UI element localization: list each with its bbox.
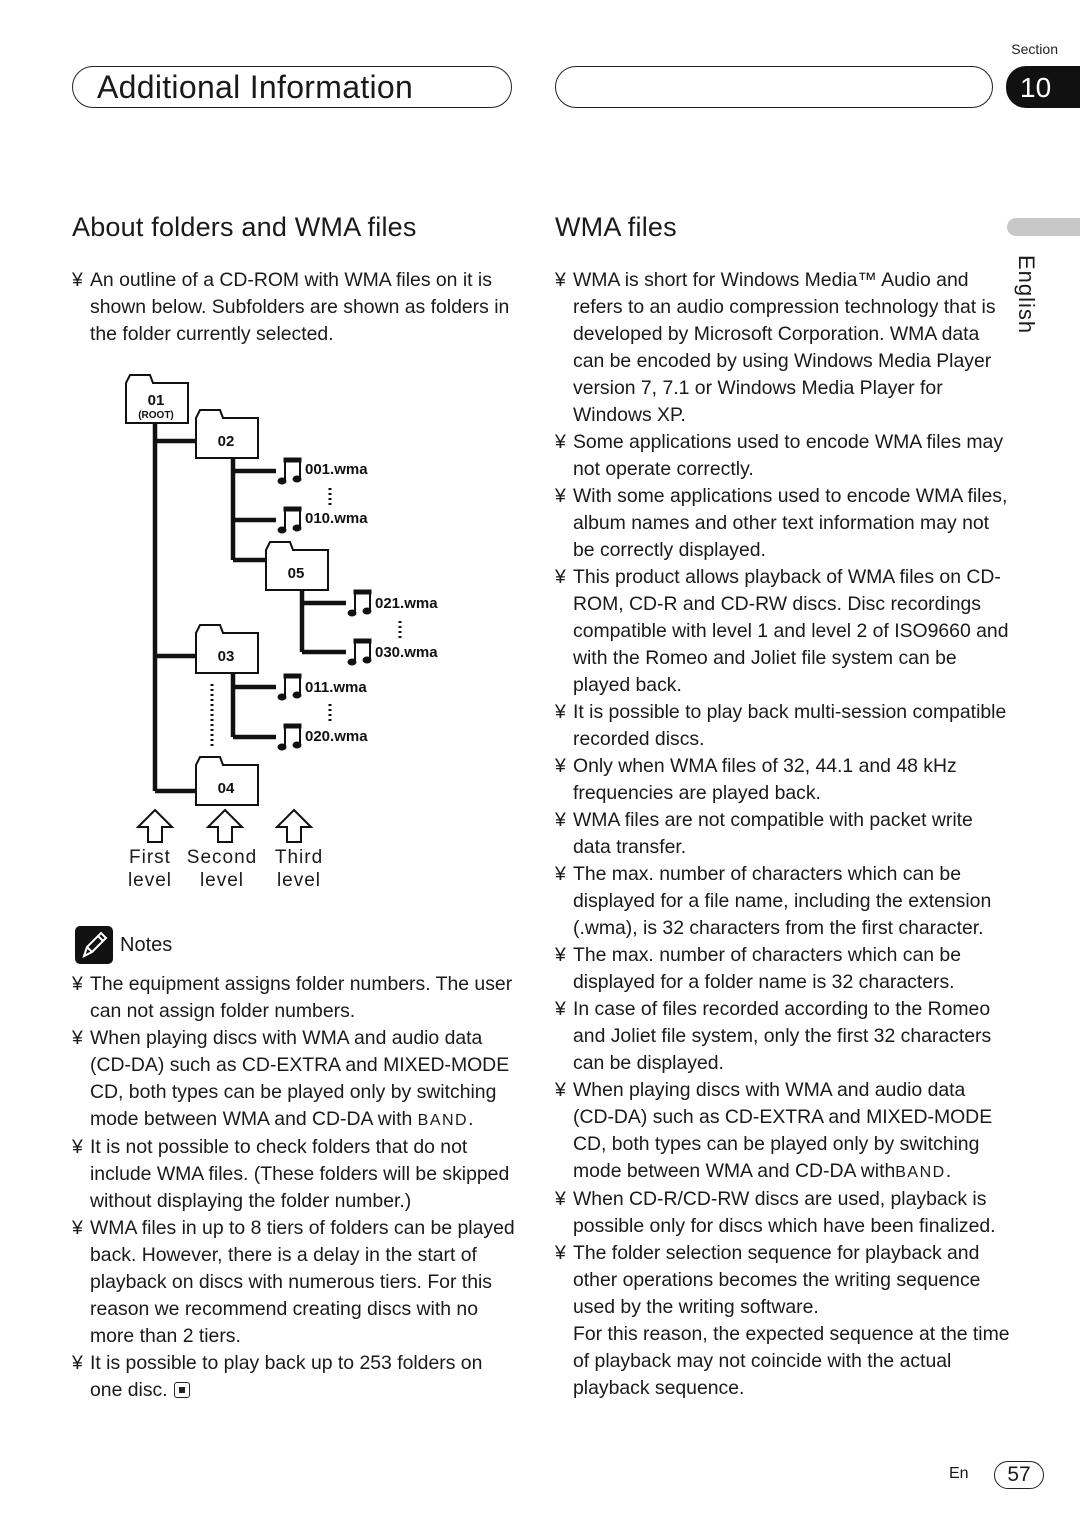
wma-item: When playing discs with WMA and audio da… — [555, 1077, 1010, 1186]
file-label: 001.wma — [305, 461, 368, 478]
footer-lang-code: En — [949, 1465, 969, 1482]
level-line: level — [276, 870, 322, 891]
level-line: First — [129, 847, 171, 868]
file-label: 011.wma — [305, 679, 367, 696]
folder-label-01: 01 — [148, 392, 165, 409]
wma-item: When CD-R/CD-RW discs are used, playback… — [555, 1186, 1010, 1240]
level-label-second: Second level — [180, 846, 264, 892]
end-mark-icon — [173, 1382, 190, 1398]
wma-item: The max. number of characters which can … — [555, 942, 1010, 996]
note-item: When playing discs with WMA and audio da… — [72, 1025, 517, 1134]
note-text: It is possible to play back up to 253 fo… — [90, 1352, 483, 1401]
wma-item: The folder selection sequence for playba… — [555, 1240, 1010, 1321]
note-item: It is not possible to check folders that… — [72, 1134, 517, 1215]
wma-continuation: For this reason, the expected sequence a… — [573, 1323, 1010, 1399]
file-label: 020.wma — [305, 728, 368, 745]
note-item: It is possible to play back up to 253 fo… — [72, 1350, 517, 1404]
pencil-icon — [75, 926, 113, 964]
level-line: Second — [186, 847, 258, 868]
note-item: WMA files in up to 8 tiers of folders ca… — [72, 1215, 517, 1350]
notes-list: The equipment assigns folder numbers. Th… — [72, 971, 517, 1404]
folder-label-02: 02 — [218, 433, 235, 450]
wma-item: Some applications used to encode WMA fil… — [555, 429, 1010, 483]
wma-item: WMA files are not compatible with packet… — [555, 807, 1010, 861]
level-line: level — [127, 870, 173, 891]
note-item: The equipment assigns folder numbers. Th… — [72, 971, 517, 1025]
file-label: 010.wma — [305, 510, 368, 527]
level-line: Third — [274, 847, 324, 868]
level-label-first: First level — [120, 846, 180, 892]
wma-item: This product allows playback of WMA file… — [555, 564, 1010, 699]
up-arrow-icon-third — [274, 808, 314, 843]
right-heading: WMA files — [555, 212, 677, 242]
wma-item: It is possible to play back multi-sessio… — [555, 699, 1010, 753]
music-note-icon — [277, 723, 302, 751]
folder-label-03: 03 — [218, 648, 235, 665]
folder-sublabel-01: (ROOT) — [138, 410, 174, 421]
file-label: 021.wma — [375, 595, 438, 612]
wma-item: The max. number of characters which can … — [555, 861, 1010, 942]
wma-item: Only when WMA files of 32, 44.1 and 48 k… — [555, 753, 1010, 807]
wma-files-list: WMA is short for Windows Media™ Audio an… — [555, 267, 1010, 1402]
folder-label-04: 04 — [218, 780, 235, 797]
folder-label-05: 05 — [288, 565, 305, 582]
music-note-icon — [347, 638, 372, 666]
note-punct: . — [468, 1108, 474, 1130]
level-label-third: Third level — [266, 846, 332, 892]
wma-item: With some applications used to encode WM… — [555, 483, 1010, 564]
notes-label: Notes — [120, 934, 173, 956]
music-note-icon — [277, 506, 302, 534]
page-number: 57 — [994, 1461, 1044, 1489]
wma-punct: . — [945, 1160, 952, 1182]
music-note-icon — [277, 673, 302, 701]
wma-item: In case of files recorded according to t… — [555, 996, 1010, 1077]
band-key-label: BAND — [417, 1112, 469, 1129]
music-note-icon — [277, 457, 302, 485]
level-line: level — [199, 870, 245, 891]
up-arrow-icon-first — [135, 808, 175, 843]
wma-item: WMA is short for Windows Media™ Audio an… — [555, 267, 1010, 429]
file-label: 030.wma — [375, 644, 438, 661]
up-arrow-icon-second — [205, 808, 245, 843]
band-key-label: BAND — [895, 1164, 946, 1181]
music-note-icon — [347, 589, 372, 617]
